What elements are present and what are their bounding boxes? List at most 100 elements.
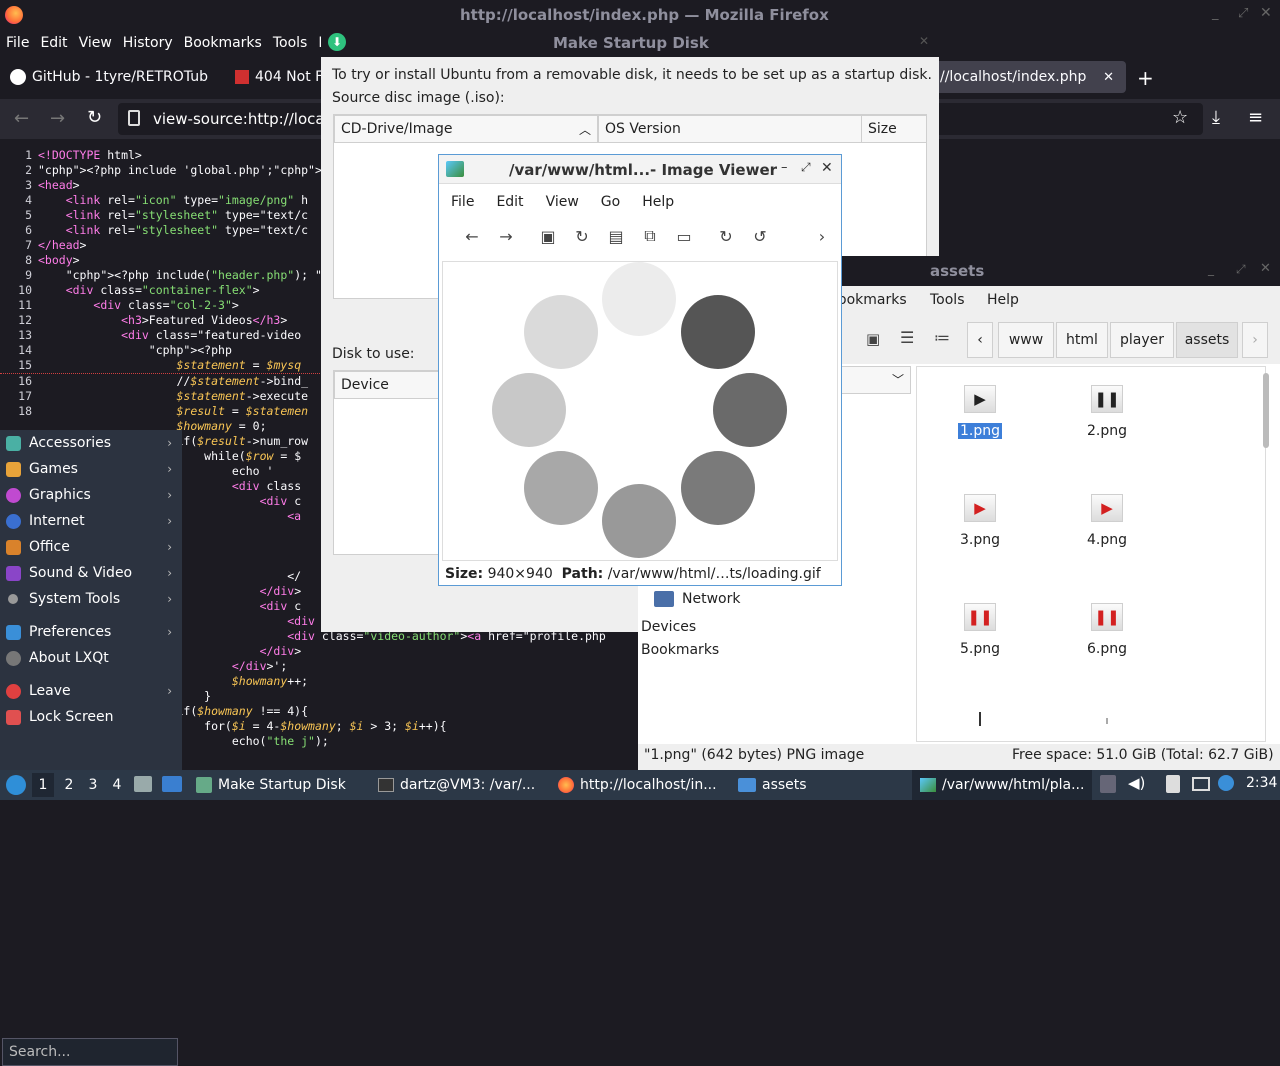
menu-help[interactable]: Help (987, 292, 1019, 308)
display-icon[interactable] (1192, 777, 1210, 791)
more-chevron-icon[interactable]: › (809, 223, 835, 249)
clipboard-icon[interactable] (1166, 775, 1180, 793)
update-notifier-icon[interactable] (1218, 775, 1234, 791)
menu-tools[interactable]: Tools (273, 35, 308, 51)
menu-item-accessories[interactable]: Accessories › (0, 430, 182, 456)
menu-history[interactable]: History (123, 35, 173, 51)
file-item[interactable]: ❚❚ 5.png (935, 603, 1025, 657)
task-assets[interactable]: assets (738, 770, 807, 800)
menu-view[interactable]: View (79, 35, 112, 51)
forward-icon[interactable]: → (50, 108, 65, 129)
startup-disk-close-icon[interactable]: ✕ (919, 34, 929, 48)
open-file-icon[interactable]: ▣ (535, 223, 561, 249)
chevron-right-icon: › (167, 488, 172, 502)
menu-search-input[interactable]: Search... (2, 1038, 178, 1066)
close-icon[interactable]: ✕ (1260, 5, 1272, 21)
tray-eject-icon[interactable] (1100, 775, 1116, 793)
task-firefox[interactable]: http://localhost/in... (558, 770, 717, 800)
show-desktop-icon[interactable] (162, 776, 182, 792)
menu-item-internet[interactable]: Internet › (0, 508, 182, 534)
iv-close-icon[interactable]: ✕ (821, 160, 833, 176)
menu-item-office[interactable]: Office › (0, 534, 182, 560)
copy-icon[interactable]: ⧉ (637, 223, 663, 249)
download-icon[interactable]: ⤓ (1212, 107, 1220, 128)
breadcrumb-www[interactable]: www (998, 322, 1054, 358)
task-terminal[interactable]: dartz@VM3: /var/... (378, 770, 535, 800)
task-make-startup-disk[interactable]: Make Startup Disk (196, 770, 346, 800)
hamburger-menu-icon[interactable]: ≡ (1248, 107, 1263, 128)
volume-icon[interactable]: ◀) (1128, 774, 1145, 792)
iv-statusbar: Size: 940×940 Path: /var/www/html/…ts/lo… (445, 566, 821, 582)
menu-help[interactable]: Help (642, 194, 674, 210)
sidebar-item-network[interactable]: Network (654, 591, 740, 607)
menu-bookmarks[interactable]: ookmarks (838, 292, 907, 308)
reload-icon[interactable]: ↻ (569, 223, 595, 249)
desktop-4-button[interactable]: 4 (106, 773, 128, 797)
tab-404[interactable]: 404 Not F (225, 57, 325, 97)
bookmark-star-icon[interactable]: ☆ (1172, 107, 1188, 128)
save-icon[interactable]: ▤ (603, 223, 629, 249)
file-item[interactable]: ▶ 3.png (935, 494, 1025, 548)
menu-item-lock-screen[interactable]: Lock Screen (0, 704, 182, 730)
menu-tools[interactable]: Tools (930, 292, 965, 308)
menu-item-preferences[interactable]: Preferences › (0, 619, 182, 645)
rotate-counterclockwise-icon[interactable]: ↺ (747, 223, 773, 249)
tab-localhost-active[interactable]: //localhost/index.php ✕ (930, 61, 1126, 93)
desktop-2-button[interactable]: 2 (58, 773, 80, 797)
previous-icon[interactable]: ← (459, 223, 485, 249)
back-icon[interactable]: ← (14, 108, 29, 129)
breadcrumb-assets[interactable]: assets (1176, 322, 1238, 358)
reload-icon[interactable]: ↻ (87, 107, 102, 128)
menu-edit[interactable]: Edit (496, 194, 523, 210)
file-item[interactable]: ▶ 4.png (1062, 494, 1152, 548)
menu-bookmarks[interactable]: Bookmarks (184, 35, 262, 51)
breadcrumb-back[interactable]: ‹ (967, 322, 993, 358)
places-dropdown[interactable]: ﹀ (838, 366, 911, 394)
col-os-version[interactable]: OS Version (598, 115, 862, 143)
file-item[interactable]: ❚❚ 2.png (1062, 385, 1152, 439)
rotate-clockwise-icon[interactable]: ↻ (713, 223, 739, 249)
terminal-icon (378, 778, 394, 792)
minimize-icon[interactable]: _ (1212, 6, 1219, 21)
fm-minimize-icon[interactable]: _ (1208, 262, 1214, 276)
file-item[interactable]: ❚❚ 6.png (1062, 603, 1152, 657)
menu-view[interactable]: View (546, 194, 579, 210)
menu-item-leave[interactable]: Leave › (0, 678, 182, 704)
menu-go[interactable]: Go (601, 194, 620, 210)
menu-item-graphics[interactable]: Graphics › (0, 482, 182, 508)
menu-file[interactable]: File (6, 35, 29, 51)
file-manager-launcher-icon[interactable] (134, 776, 152, 792)
icon-view-icon[interactable]: ▣ (866, 330, 880, 348)
start-menu-icon[interactable] (6, 775, 26, 795)
fm-close-icon[interactable]: ✕ (1260, 261, 1271, 276)
breadcrumb-forward[interactable]: › (1242, 322, 1268, 358)
desktop-3-button[interactable]: 3 (82, 773, 104, 797)
iv-maximize-icon[interactable]: ⤢ (801, 160, 811, 175)
menu-item-about[interactable]: About LXQt (0, 645, 182, 671)
loading-dot (524, 451, 598, 525)
menu-item-games[interactable]: Games › (0, 456, 182, 482)
scrollbar[interactable] (1263, 373, 1269, 448)
tab-github[interactable]: GitHub - 1tyre/RETROTub (0, 57, 225, 97)
fm-maximize-icon[interactable]: ⤢ (1236, 262, 1246, 277)
task-image-viewer[interactable]: /var/www/html/pla... (912, 770, 1092, 800)
menu-item-system-tools[interactable]: System Tools › (0, 586, 182, 612)
next-icon[interactable]: → (493, 223, 519, 249)
breadcrumb-html[interactable]: html (1056, 322, 1108, 358)
col-size[interactable]: Size (861, 115, 927, 143)
menu-edit[interactable]: Edit (40, 35, 67, 51)
tab-close-icon[interactable]: ✕ (1103, 70, 1114, 85)
maximize-icon[interactable]: ⤢ (1238, 6, 1248, 21)
file-item[interactable]: ▶ 1.png (935, 385, 1025, 439)
compact-view-icon[interactable]: ☰ (900, 328, 914, 347)
iv-minimize-icon[interactable]: – (781, 160, 788, 175)
col-cd-drive[interactable]: CD-Drive/Image ︿ (334, 115, 598, 143)
new-tab-button[interactable]: + (1137, 66, 1154, 90)
menu-item-sound-video[interactable]: Sound & Video › (0, 560, 182, 586)
detail-view-icon[interactable]: ≔ (934, 328, 950, 347)
menu-file[interactable]: File (451, 194, 474, 210)
paste-icon[interactable]: ▭ (671, 223, 697, 249)
breadcrumb-player[interactable]: player (1110, 322, 1174, 358)
desktop-1-button[interactable]: 1 (32, 773, 54, 797)
page-icon (128, 110, 140, 126)
